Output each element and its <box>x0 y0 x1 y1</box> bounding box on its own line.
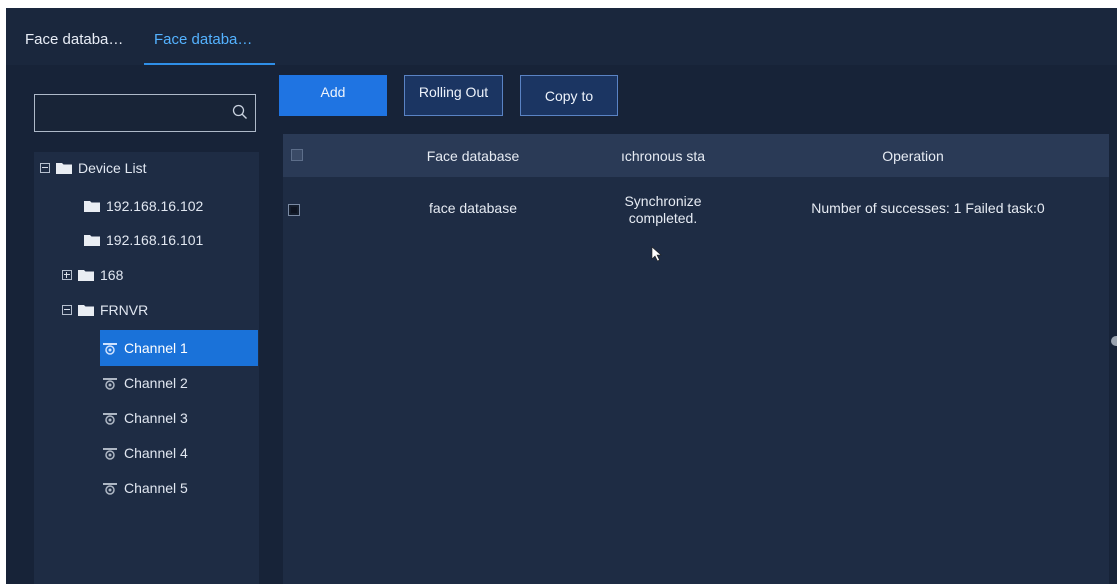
folder-icon <box>78 305 94 316</box>
app-window: Face databa… Face databa… Device List 19… <box>6 8 1117 584</box>
camera-icon <box>103 413 117 425</box>
cell-operation: Number of successes: 1 Failed task:0 <box>811 200 1045 216</box>
tree-item-label: Channel 3 <box>124 410 188 426</box>
add-button[interactable]: Add <box>279 75 387 116</box>
row-checkbox[interactable] <box>288 204 300 216</box>
camera-icon <box>103 448 117 460</box>
folder-icon <box>56 163 72 174</box>
tree-item-label: 192.168.16.102 <box>106 198 204 214</box>
tree-item-channel-2[interactable]: Channel 2 <box>102 369 188 397</box>
tab-face-database-1[interactable]: Face databa… <box>25 31 123 48</box>
search-field[interactable] <box>34 94 256 132</box>
tree-item-label: Channel 4 <box>124 445 188 461</box>
tree-item-label: FRNVR <box>100 302 149 318</box>
sync-status-line-2: completed. <box>628 210 698 226</box>
folder-icon <box>84 235 100 246</box>
cell-sync-status: Synchronize completed. <box>583 193 743 227</box>
folder-icon <box>78 270 94 281</box>
active-tab-indicator <box>144 63 275 65</box>
tree-item-device-list[interactable]: Device List <box>40 154 146 182</box>
tree-item-label: Device List <box>78 160 147 176</box>
tree-item-channel-1[interactable]: Channel 1 <box>102 334 188 362</box>
rolling-out-button[interactable]: Rolling Out <box>404 75 503 116</box>
tree-item-label: Channel 5 <box>124 480 188 496</box>
expand-icon[interactable] <box>62 270 72 280</box>
table-row[interactable]: face database Synchronize completed. Num… <box>283 177 1109 237</box>
column-header-sync-status[interactable]: ıchronous sta <box>583 148 743 164</box>
camera-icon <box>103 483 117 495</box>
column-header-operation[interactable]: Operation <box>763 148 1063 164</box>
folder-icon <box>84 201 100 212</box>
tree-item-channel-5[interactable]: Channel 5 <box>102 474 188 502</box>
collapse-icon[interactable] <box>62 305 72 315</box>
face-database-table: Face database ıchronous sta Operation fa… <box>283 134 1109 584</box>
tree-item-label: 168 <box>100 267 124 283</box>
tree-item-frnvr[interactable]: FRNVR <box>62 296 148 324</box>
tab-bar: Face databa… Face databa… <box>6 8 1117 65</box>
tree-item-label: Channel 2 <box>124 375 188 391</box>
sync-status-line-1: Synchronize <box>624 193 702 209</box>
tree-item-device[interactable]: 192.168.16.101 <box>84 226 203 254</box>
tree-item-channel-3[interactable]: Channel 3 <box>102 404 188 432</box>
tree-item-label: Channel 1 <box>124 340 188 356</box>
select-all-checkbox[interactable] <box>291 149 303 161</box>
table-header: Face database ıchronous sta Operation <box>283 134 1109 177</box>
scroll-handle[interactable] <box>1111 336 1117 346</box>
camera-icon <box>103 378 117 390</box>
tree-item-channel-4[interactable]: Channel 4 <box>102 439 188 467</box>
tab-face-database-2[interactable]: Face databa… <box>154 31 252 48</box>
copy-to-button[interactable]: Copy to <box>520 75 618 116</box>
camera-icon <box>103 343 117 355</box>
column-header-face-database[interactable]: Face database <box>388 148 558 164</box>
tree-item-label: 192.168.16.101 <box>106 232 204 248</box>
cell-face-database: face database <box>429 200 517 216</box>
mouse-cursor-icon <box>651 246 662 262</box>
search-input[interactable] <box>41 103 225 125</box>
tree-item-168[interactable]: 168 <box>62 261 123 289</box>
search-icon[interactable] <box>232 104 248 120</box>
collapse-icon[interactable] <box>40 163 50 173</box>
tree-item-device[interactable]: 192.168.16.102 <box>84 192 203 220</box>
